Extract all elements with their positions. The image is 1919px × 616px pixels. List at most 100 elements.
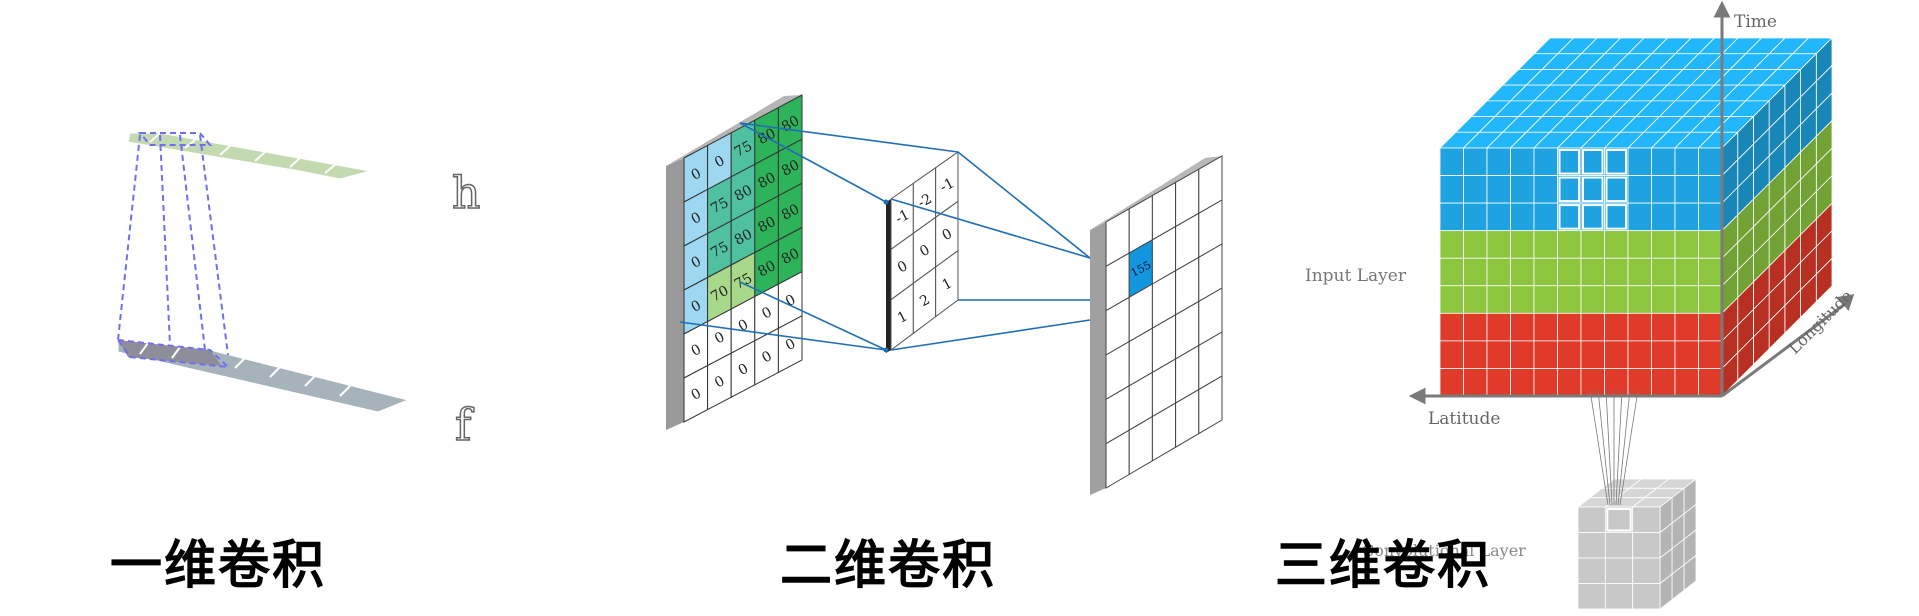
cube-front-cell (1627, 285, 1652, 314)
cube-front-cell (1533, 175, 1558, 204)
cube-front-cell (1674, 147, 1699, 176)
cube-front-cell (1486, 285, 1511, 314)
cube-front-cell (1557, 175, 1582, 204)
cube-front-cell (1698, 340, 1723, 369)
cube-front-cell (1533, 368, 1558, 397)
cube-front-cell (1486, 257, 1511, 287)
latitude-axis-arrow (1408, 387, 1426, 405)
cube-front-cell (1651, 340, 1676, 369)
latitude-label: Latitude (1428, 409, 1500, 429)
cube-front-cell (1651, 285, 1676, 314)
kernel-matrix: -1-2-1000121 (890, 151, 959, 351)
cube-front-cell (1463, 147, 1488, 176)
cube-front-cell (1580, 202, 1605, 232)
panel-3d-convolution: Time Latitude Longitude Input Layer Conv… (1305, 0, 1856, 610)
cube-front-cell (1510, 368, 1535, 397)
conv-front-cell (1632, 583, 1661, 610)
cube-front-cell (1557, 285, 1582, 314)
cube-front-cell (1698, 285, 1723, 314)
cube-front-cell (1510, 230, 1535, 259)
cube-front-cell (1604, 285, 1629, 314)
cube-front-cell (1533, 340, 1558, 369)
cube-front-cell (1674, 285, 1699, 314)
cube-front-cell (1627, 340, 1652, 369)
cube-front-cell (1463, 312, 1488, 342)
cube-front-cell (1698, 312, 1723, 342)
cube-front-cell (1651, 230, 1676, 259)
caption-1d: 一维卷积 (110, 535, 327, 596)
cube-front-cell (1651, 312, 1676, 342)
cube-front-cell (1439, 175, 1464, 204)
cube-front-cell (1627, 257, 1652, 287)
cube-front-cell (1651, 175, 1676, 204)
cube-front-cell (1580, 312, 1605, 342)
conv-front-cell (1604, 506, 1634, 533)
cube-front-cell (1651, 202, 1676, 232)
cube-front-cell (1651, 147, 1676, 176)
input-matrix-edge (666, 158, 684, 430)
cube-front-cell (1674, 230, 1699, 259)
cube-front-cell (1627, 368, 1652, 397)
label-f: f (455, 400, 474, 451)
conv-front-cell (1632, 557, 1661, 584)
cube-front-cell (1486, 230, 1511, 259)
cube-front-cell (1486, 202, 1511, 232)
cube-front-cell (1674, 257, 1699, 287)
kernel-edge (886, 199, 891, 353)
cube-front-cell (1604, 312, 1629, 342)
conv-front-cell (1632, 506, 1661, 533)
cube-front-cell (1627, 147, 1652, 176)
cube-front-cell (1463, 257, 1488, 287)
cube-front-cell (1557, 202, 1582, 232)
caption-2d: 二维卷积 (780, 535, 997, 596)
cube-front-cell (1580, 285, 1605, 314)
cube-front-cell (1651, 368, 1676, 397)
cube-front-cell (1439, 230, 1464, 259)
convolutional-cube (1576, 478, 1698, 610)
conv-front-cell (1577, 506, 1606, 533)
output-map-edge (1090, 222, 1106, 495)
cube-front-cell (1674, 368, 1699, 397)
input-layer-label: Input Layer (1305, 266, 1407, 286)
cube-front-cell (1627, 175, 1652, 204)
cube-front-cell (1604, 257, 1629, 287)
cube-front-cell (1439, 368, 1464, 397)
top-strip-h (127, 132, 371, 180)
cube-front-cell (1439, 202, 1464, 232)
conv-front-cell (1577, 583, 1606, 610)
label-h: h (452, 168, 480, 219)
cube-front-cell (1674, 175, 1699, 204)
conv-front-cell (1604, 532, 1634, 559)
cube-front-cell (1463, 230, 1488, 259)
cube-front-cell (1627, 230, 1652, 259)
cube-front-cell (1698, 147, 1723, 176)
cube-front-cell (1557, 147, 1582, 176)
conv-front-cell (1604, 557, 1634, 584)
cube-front-cell (1627, 312, 1652, 342)
cube-front-cell (1580, 368, 1605, 397)
cube-front-cell (1439, 257, 1464, 287)
cube-front-cell (1463, 368, 1488, 397)
conv-front-cell (1604, 583, 1634, 610)
cube-front-cell (1510, 202, 1535, 232)
receptive-field-outline (115, 132, 231, 369)
cube-front-cell (1533, 147, 1558, 176)
cube-front-cell (1604, 175, 1629, 204)
cube-front-cell (1557, 368, 1582, 397)
cube-front-cell (1533, 257, 1558, 287)
cube-front-cell (1439, 147, 1464, 176)
cube-front-cell (1533, 230, 1558, 259)
cube-front-cell (1627, 202, 1652, 232)
cube-front-cell (1580, 340, 1605, 369)
cube-front-cell (1510, 147, 1535, 176)
cube-front-cell (1486, 340, 1511, 369)
time-axis-arrow (1713, 0, 1731, 18)
cube-front-cell (1439, 340, 1464, 369)
cube-front-cell (1604, 340, 1629, 369)
cube-front-cell (1557, 230, 1582, 259)
cube-front-cell (1580, 257, 1605, 287)
cube-front-cell (1439, 285, 1464, 314)
cube-front-cell (1510, 312, 1535, 342)
cube-front-cell (1651, 257, 1676, 287)
panel-2d-convolution: 0075808007580808007580808007075808000000… (666, 94, 1223, 495)
